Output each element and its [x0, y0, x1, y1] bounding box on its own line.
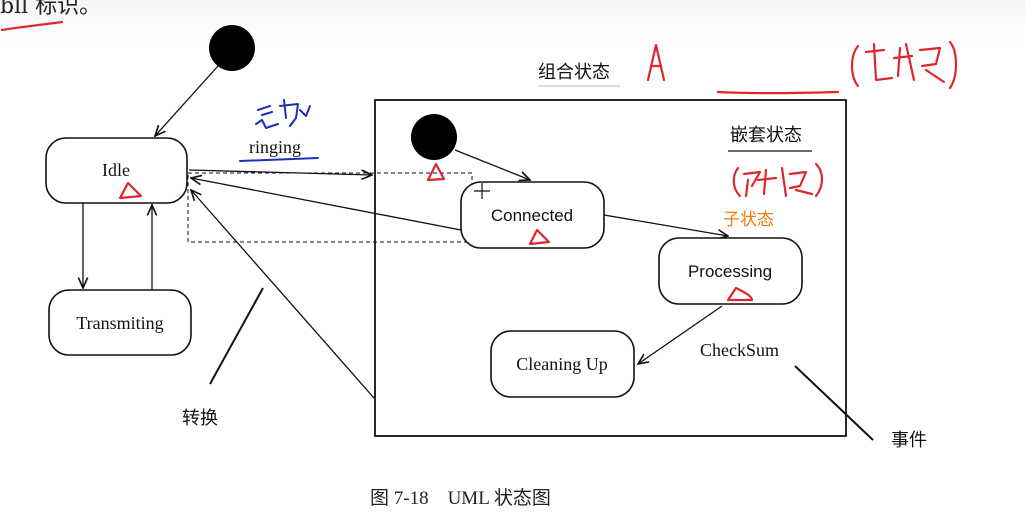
transition-label-ringing: ringing: [249, 137, 301, 157]
red-underline-topleft: [0, 20, 64, 32]
red-handwriting-superstate: [850, 40, 958, 90]
blue-underline-ringing: [239, 157, 319, 162]
dashed-selection-box: [187, 172, 473, 243]
state-cleaning-up-label: Cleaning Up: [516, 354, 608, 374]
red-line-right: [716, 90, 840, 95]
state-idle: Idle: [45, 137, 188, 204]
annotation-nested-state: 嵌套状态: [730, 125, 802, 146]
state-processing: Processing: [658, 237, 803, 305]
initial-transition-outer: [155, 65, 219, 136]
annotation-substate: 子状态: [723, 210, 774, 230]
transition-pointer-line: [209, 287, 264, 385]
transition-connected-to-idle: [191, 178, 462, 231]
blue-handwriting-transition: [255, 99, 311, 129]
red-handwriting-A: [646, 43, 666, 82]
annotation-composite-state: 组合状态: [538, 62, 610, 83]
initial-state-outer: [209, 25, 255, 71]
red-triangle-initial: [426, 162, 446, 182]
annotation-event: 事件: [891, 430, 927, 451]
event-pointer-line: [794, 365, 874, 441]
event-label-checksum: CheckSum: [700, 340, 779, 360]
red-handwriting-substate: [732, 162, 824, 198]
state-processing-label: Processing: [688, 262, 772, 281]
state-idle-label: Idle: [102, 160, 130, 180]
state-transmiting-label: Transmiting: [76, 313, 163, 333]
uml-state-diagram: Idle Transmiting ringing 组合状态 Connected …: [0, 20, 958, 509]
figure-caption: 图 7-18 UML 状态图: [370, 487, 551, 509]
transition-connected-to-processing: [603, 214, 728, 236]
state-cleaning-up: Cleaning Up: [490, 330, 635, 398]
annotation-transition: 转换: [182, 408, 218, 429]
state-transmiting: Transmiting: [48, 289, 192, 356]
initial-transition-inner: [454, 149, 530, 180]
initial-state-inner: [411, 114, 457, 160]
state-connected-label: Connected: [491, 206, 573, 225]
